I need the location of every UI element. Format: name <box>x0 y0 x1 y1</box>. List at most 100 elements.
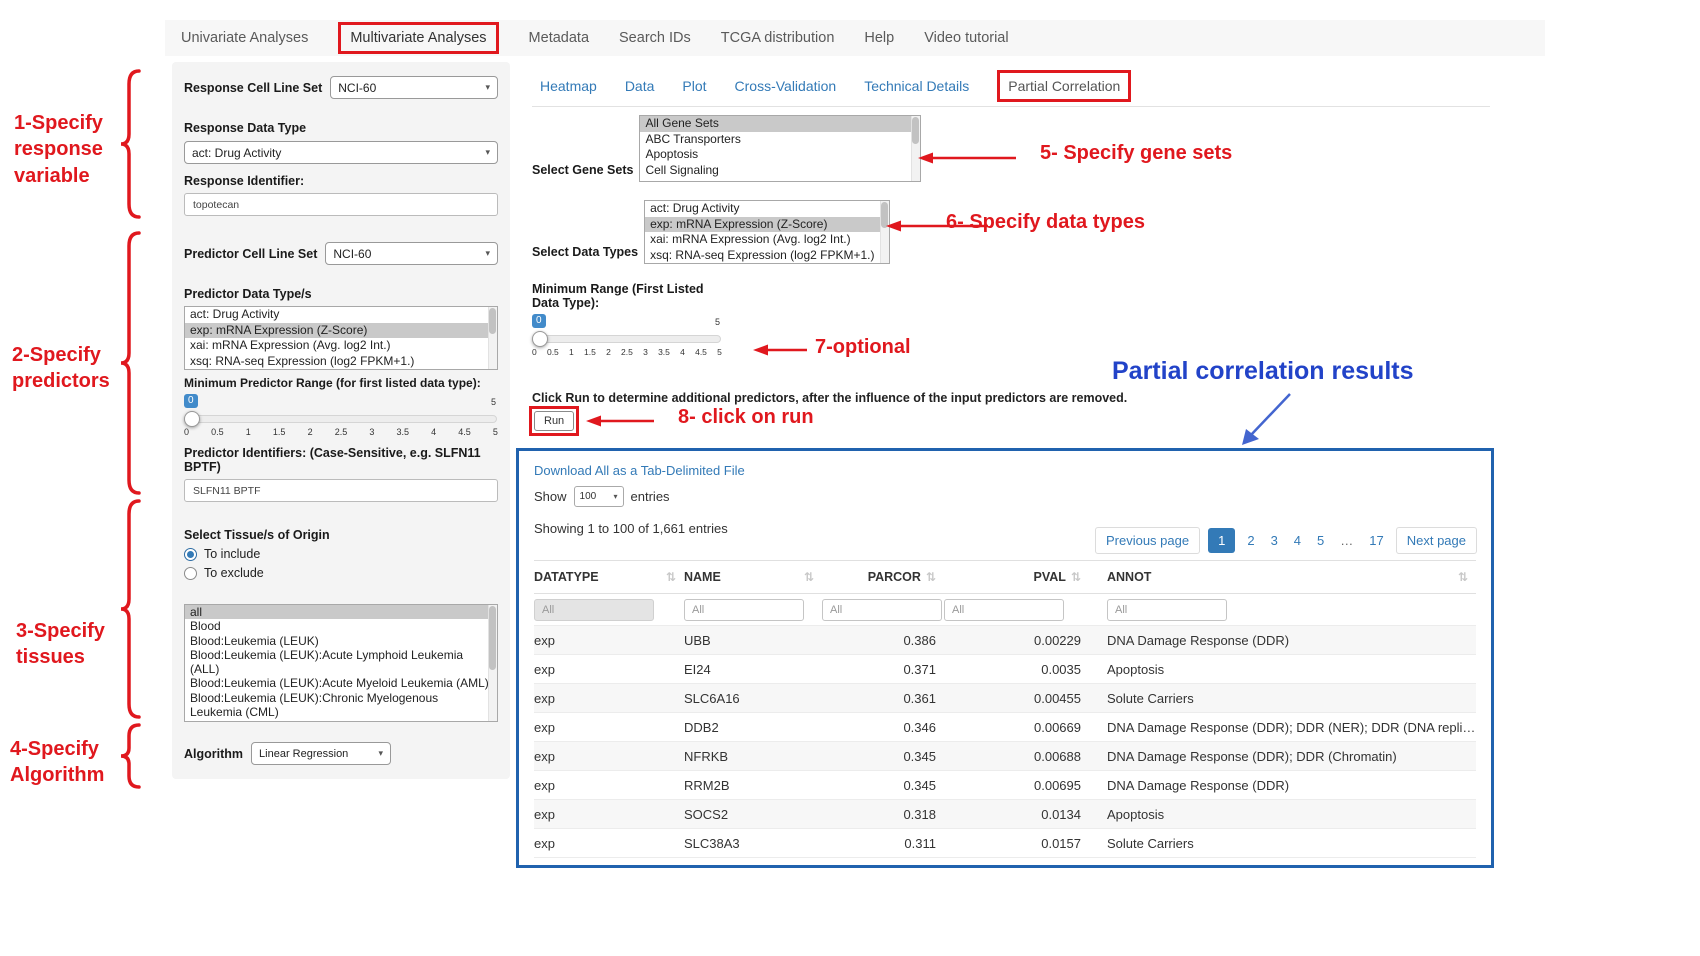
analysis-tabs: Heatmap Data Plot Cross-Validation Techn… <box>532 70 1490 107</box>
cell-name: EI24 <box>684 662 822 677</box>
pagination-button[interactable]: 2 <box>1243 528 1258 553</box>
nav-item[interactable]: Univariate Analyses <box>181 30 308 46</box>
pagination-button[interactable]: 1 <box>1208 528 1235 553</box>
download-link[interactable]: Download All as a Tab-Delimited File <box>534 463 745 478</box>
tab[interactable]: Heatmap <box>540 78 597 94</box>
pagination-button[interactable]: 4 <box>1290 528 1305 553</box>
pagination-button[interactable]: 5 <box>1313 528 1328 553</box>
column-filter-input[interactable] <box>1107 599 1227 621</box>
slider-track[interactable] <box>185 415 497 423</box>
nav-item[interactable]: Multivariate Analyses <box>338 22 498 54</box>
pagination-button[interactable]: 17 <box>1365 528 1387 553</box>
listbox-option[interactable]: xai: mRNA Expression (Avg. log2 Int.) <box>185 338 497 354</box>
algorithm-label: Algorithm <box>184 747 243 761</box>
nav-item[interactable]: TCGA distribution <box>721 30 835 46</box>
min-predictor-range-slider[interactable]: 0 5 00.511.522.533.544.55 <box>184 394 498 440</box>
column-header[interactable]: DATATYPE ⇅ <box>534 570 684 584</box>
column-header[interactable]: PVAL ⇅ <box>944 570 1089 584</box>
gene-sets-listbox[interactable]: All Gene Sets ABC Transporters Apoptosis… <box>639 115 921 182</box>
listbox-option[interactable]: Blood:Leukemia (LEUK):Acute Myeloid Leuk… <box>185 676 497 690</box>
tissue-listbox[interactable]: all Blood Blood:Leukemia (LEUK) Blood:Le… <box>184 604 498 722</box>
nav-item[interactable]: Metadata <box>529 30 589 46</box>
listbox-option[interactable]: Cell Signaling <box>640 163 920 179</box>
sort-icon[interactable]: ⇅ <box>1458 570 1468 584</box>
predictor-identifiers-input[interactable] <box>184 479 498 502</box>
listbox-option[interactable]: xai: mRNA Expression (Avg. log2 Int.) <box>645 232 889 248</box>
slider-handle[interactable] <box>532 331 548 347</box>
cell-pval: 0.0035 <box>944 662 1089 677</box>
nav-item[interactable]: Video tutorial <box>924 30 1008 46</box>
annotation-step-1: 1-Specify response variable <box>14 110 120 189</box>
column-filter-input[interactable] <box>534 599 654 621</box>
table-filter-row <box>534 594 1476 626</box>
tissue-include-radio[interactable]: To include <box>184 547 498 561</box>
cell-pval: 0.00695 <box>944 778 1089 793</box>
scrollbar[interactable] <box>488 605 497 721</box>
response-data-type-select[interactable]: act: Drug Activity ▾ <box>184 141 498 164</box>
cell-parcor: 0.371 <box>822 662 944 677</box>
tab[interactable]: Cross-Validation <box>735 78 837 94</box>
response-identifier-input[interactable] <box>184 193 498 216</box>
page-length-select[interactable]: 100 ▾ <box>574 486 624 507</box>
cell-parcor: 0.346 <box>822 720 944 735</box>
slider-ticks: 00.511.522.533.544.55 <box>532 347 722 357</box>
cell-parcor: 0.311 <box>822 836 944 851</box>
min-range-slider[interactable]: 0 5 00.511.522.533.544.55 <box>532 314 722 360</box>
table-row: exp EI24 0.371 0.0035 Apoptosis <box>534 655 1476 684</box>
cell-name: SOCS2 <box>684 807 822 822</box>
scrollbar[interactable] <box>911 116 920 181</box>
column-header[interactable]: PARCOR ⇅ <box>822 570 944 584</box>
cell-annot: DNA Damage Response (DDR); DDR (NER); DD… <box>1089 720 1476 735</box>
pagination-button[interactable]: … <box>1336 528 1357 553</box>
sort-icon[interactable]: ⇅ <box>1071 570 1081 584</box>
nav-item[interactable]: Help <box>864 30 894 46</box>
sort-icon[interactable]: ⇅ <box>804 570 814 584</box>
listbox-option[interactable]: Blood:Leukemia (LEUK) <box>185 634 497 648</box>
response-cell-line-set-select[interactable]: NCI-60 ▾ <box>330 76 498 99</box>
annotation-step-6: 6- Specify data types <box>946 211 1145 234</box>
nav-item[interactable]: Search IDs <box>619 30 691 46</box>
predictor-cell-line-set-select[interactable]: NCI-60 ▾ <box>325 242 498 265</box>
column-filter-input[interactable] <box>944 599 1064 621</box>
tissue-exclude-radio[interactable]: To exclude <box>184 566 498 580</box>
sort-icon[interactable]: ⇅ <box>926 570 936 584</box>
tab[interactable]: Partial Correlation <box>997 70 1131 102</box>
listbox-option[interactable]: Blood:Leukemia (LEUK):Chronic Myelogenou… <box>185 691 497 720</box>
tab[interactable]: Plot <box>682 78 706 94</box>
listbox-option[interactable]: Apoptosis <box>640 147 920 163</box>
listbox-option[interactable]: exp: mRNA Expression (Z-Score) <box>185 323 497 339</box>
scrollbar[interactable] <box>488 307 497 369</box>
listbox-option[interactable]: exp: mRNA Expression (Z-Score) <box>645 217 889 233</box>
brace-step-1 <box>118 68 144 220</box>
listbox-option[interactable]: xsq: RNA-seq Expression (log2 FPKM+1.) <box>185 354 497 370</box>
run-button[interactable]: Run <box>534 411 574 431</box>
pagination-button[interactable]: Previous page <box>1095 527 1200 554</box>
cell-name: SLC38A3 <box>684 836 822 851</box>
listbox-option[interactable]: All Gene Sets <box>640 116 920 132</box>
sort-icon[interactable]: ⇅ <box>666 570 676 584</box>
listbox-option[interactable]: ABC Transporters <box>640 132 920 148</box>
listbox-option[interactable]: xsq: RNA-seq Expression (log2 FPKM+1.) <box>645 248 889 264</box>
slider-track[interactable] <box>533 335 721 343</box>
cell-parcor: 0.318 <box>822 807 944 822</box>
algorithm-select[interactable]: Linear Regression ▾ <box>251 742 391 765</box>
column-header[interactable]: ANNOT ⇅ <box>1089 570 1476 584</box>
gene-sets-label: Select Gene Sets <box>532 163 633 177</box>
slider-handle[interactable] <box>184 411 200 427</box>
column-header[interactable]: NAME ⇅ <box>684 570 822 584</box>
tab[interactable]: Data <box>625 78 655 94</box>
column-filter-input[interactable] <box>684 599 804 621</box>
cell-parcor: 0.345 <box>822 778 944 793</box>
listbox-option[interactable]: act: Drug Activity <box>645 201 889 217</box>
column-filter-input[interactable] <box>822 599 942 621</box>
data-types-listbox[interactable]: act: Drug Activity exp: mRNA Expression … <box>644 200 890 264</box>
pagination-button[interactable]: Next page <box>1396 527 1477 554</box>
listbox-option[interactable]: Blood:Leukemia (LEUK):Acute Lymphoid Leu… <box>185 648 497 677</box>
results-arrow <box>1230 390 1300 450</box>
listbox-option[interactable]: all <box>185 605 497 619</box>
pagination-button[interactable]: 3 <box>1267 528 1282 553</box>
predictor-data-types-listbox[interactable]: act: Drug Activity exp: mRNA Expression … <box>184 306 498 370</box>
listbox-option[interactable]: act: Drug Activity <box>185 307 497 323</box>
tab[interactable]: Technical Details <box>864 78 969 94</box>
listbox-option[interactable]: Blood <box>185 619 497 633</box>
